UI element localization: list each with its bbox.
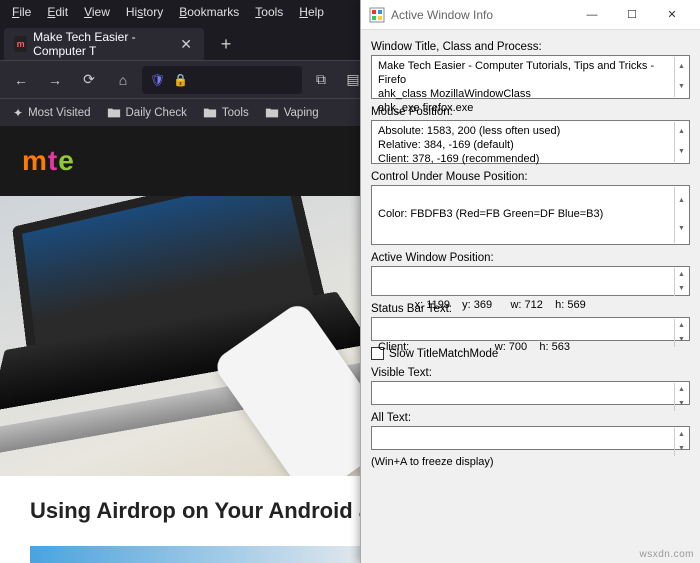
awi-body: Window Title, Class and Process: Make Te… <box>361 30 700 474</box>
spinner-icon[interactable]: ▲▼ <box>674 268 688 294</box>
minimize-button[interactable]: — <box>572 0 612 30</box>
url-bar[interactable]: 🛡 🔒 <box>142 66 302 94</box>
folder-icon <box>107 106 121 120</box>
bookmark-most-visited[interactable]: ✦ Most Visited <box>6 103 98 123</box>
control-under-mouse-label: Control Under Mouse Position: <box>371 171 690 183</box>
bookmark-tools[interactable]: Tools <box>196 103 256 123</box>
bookmark-label: Vaping <box>284 107 319 119</box>
status-bar-text-field[interactable]: ▲▼ <box>371 317 690 341</box>
active-window-position-field[interactable]: x: 1199 y: 369 w: 712 h: 569 Client: w: … <box>371 266 690 296</box>
folder-icon <box>265 106 279 120</box>
awi-app-icon <box>369 7 385 23</box>
bookmark-label: Most Visited <box>28 107 90 119</box>
bookmark-label: Daily Check <box>126 107 187 119</box>
spinner-icon[interactable]: ▲▼ <box>674 57 688 97</box>
menu-view[interactable]: View <box>76 2 118 22</box>
folder-icon <box>203 106 217 120</box>
active-window-position-label: Active Window Position: <box>371 252 690 264</box>
maximize-button[interactable]: ☐ <box>612 0 652 30</box>
mouse-position-field[interactable]: Absolute: 1583, 200 (less often used) Re… <box>371 120 690 164</box>
window-title-label: Window Title, Class and Process: <box>371 41 690 53</box>
menu-edit[interactable]: Edit <box>39 2 76 22</box>
awi-titlebar[interactable]: Active Window Info — ☐ ✕ <box>361 0 700 30</box>
control-under-mouse-field[interactable]: Color: FBDFB3 (Red=FB Green=DF Blue=B3) … <box>371 185 690 245</box>
all-text-label: All Text: <box>371 412 690 424</box>
mte-logo[interactable]: mte <box>22 145 75 177</box>
menu-bookmarks[interactable]: Bookmarks <box>171 2 247 22</box>
shield-icon[interactable]: 🛡 <box>150 73 165 87</box>
menu-history[interactable]: History <box>118 2 171 22</box>
watermark: wsxdn.com <box>639 549 694 560</box>
tab-title: Make Tech Easier - Computer T <box>33 30 172 58</box>
tab-active[interactable]: m Make Tech Easier - Computer T ✕ <box>4 28 204 60</box>
bookmark-label: Tools <box>222 107 249 119</box>
all-text-field[interactable]: ▲▼ <box>371 426 690 450</box>
window-title-field[interactable]: Make Tech Easier - Computer Tutorials, T… <box>371 55 690 99</box>
reload-button[interactable]: ⟳ <box>74 66 104 94</box>
home-button[interactable]: ⌂ <box>108 66 138 94</box>
forward-button[interactable]: → <box>40 66 70 94</box>
awi-title-text: Active Window Info <box>391 8 566 22</box>
star-icon: ✦ <box>13 106 23 120</box>
lock-icon[interactable]: 🔒 <box>173 73 188 87</box>
menu-file[interactable]: File <box>4 2 39 22</box>
spinner-icon[interactable]: ▲▼ <box>674 187 688 243</box>
tab-close-icon[interactable]: ✕ <box>178 36 194 53</box>
spinner-icon[interactable]: ▲▼ <box>674 319 688 339</box>
pocket-icon[interactable]: ⧉ <box>306 66 336 94</box>
spinner-icon[interactable]: ▲▼ <box>674 122 688 162</box>
back-button[interactable]: ← <box>6 66 36 94</box>
close-button[interactable]: ✕ <box>652 0 692 30</box>
bookmark-daily-check[interactable]: Daily Check <box>100 103 194 123</box>
active-window-info-panel: Active Window Info — ☐ ✕ Window Title, C… <box>360 0 700 563</box>
menu-tools[interactable]: Tools <box>247 2 291 22</box>
freeze-hint: (Win+A to freeze display) <box>371 456 690 468</box>
visible-text-field[interactable]: ▲▼ <box>371 381 690 405</box>
spinner-icon[interactable]: ▲▼ <box>674 383 688 403</box>
bookmark-vaping[interactable]: Vaping <box>258 103 326 123</box>
menu-help[interactable]: Help <box>291 2 332 22</box>
spinner-icon[interactable]: ▲▼ <box>674 428 688 448</box>
new-tab-button[interactable]: + <box>210 28 242 60</box>
tab-favicon: m <box>14 36 27 52</box>
